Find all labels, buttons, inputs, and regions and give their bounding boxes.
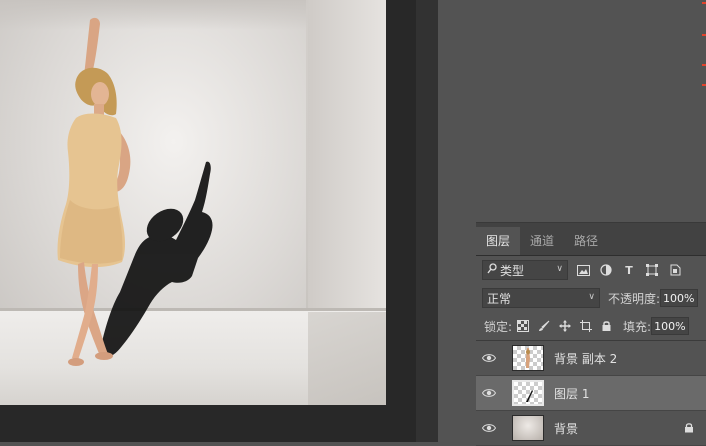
layer-thumbnail-shadow — [512, 380, 544, 406]
canvas-image[interactable] — [0, 0, 386, 405]
visibility-eye-icon[interactable] — [476, 411, 502, 445]
smart-object-filter-icon[interactable] — [668, 263, 682, 277]
layer-name: 背景 副本 2 — [554, 351, 618, 366]
lock-row: 锁定: 填充: 100% — [476, 312, 706, 341]
layer-row[interactable]: 背景 — [476, 411, 706, 446]
lock-artboard-icon[interactable] — [579, 320, 592, 333]
image-filter-icon[interactable] — [576, 263, 590, 277]
search-icon — [487, 263, 497, 277]
opacity-label: 不透明度: — [608, 291, 661, 306]
layer-list: 背景 副本 2 图层 1 背景 — [476, 341, 706, 446]
layer-row[interactable]: 背景 副本 2 — [476, 341, 706, 376]
blend-mode-dropdown[interactable]: 正常 ∨ — [482, 288, 600, 308]
edge-marker — [697, 0, 706, 90]
layer-name: 背景 — [554, 421, 579, 436]
layer-filter-row: 类型 ∨ T — [476, 256, 706, 284]
panel-tabs: 图层 通道 路径 — [476, 223, 706, 256]
panel-divider — [416, 0, 438, 442]
tab-paths[interactable]: 路径 — [564, 227, 608, 255]
layer-row-selected[interactable]: 图层 1 — [476, 376, 706, 411]
layer-kind-filter-dropdown[interactable]: 类型 ∨ — [482, 260, 568, 280]
opacity-input[interactable]: 100% — [660, 289, 699, 307]
visibility-eye-icon[interactable] — [476, 376, 502, 410]
layer-thumbnail-room — [512, 415, 544, 441]
workspace-area — [438, 0, 706, 222]
chevron-down-icon: ∨ — [588, 292, 595, 302]
shape-filter-icon[interactable] — [645, 263, 659, 277]
tab-layers[interactable]: 图层 — [476, 227, 521, 255]
blend-row: 正常 ∨ 不透明度: 100% — [476, 284, 706, 312]
lock-paint-icon[interactable] — [537, 320, 550, 333]
layer-name: 图层 1 — [554, 386, 590, 401]
lock-move-icon[interactable] — [558, 320, 571, 333]
canvas-pasteboard-right — [386, 0, 416, 442]
layer-kind-label: 类型 — [500, 263, 525, 278]
woman-with-shadow-photo — [57, 17, 213, 366]
layer-thumbnail-woman-cutout — [512, 345, 544, 371]
fill-label: 填充: — [623, 319, 652, 334]
layer-lock-icon — [684, 422, 694, 433]
type-filter-icon[interactable]: T — [622, 263, 636, 277]
lock-all-icon[interactable] — [600, 320, 613, 333]
chevron-down-icon: ∨ — [556, 264, 563, 274]
blend-mode-value: 正常 — [487, 291, 512, 306]
canvas-pasteboard-bottom — [0, 405, 386, 442]
fill-input[interactable]: 100% — [651, 317, 690, 335]
tab-channels[interactable]: 通道 — [520, 227, 564, 255]
adjustment-filter-icon[interactable] — [599, 263, 613, 277]
lock-label: 锁定: — [484, 319, 513, 334]
layers-panel: 图层 通道 路径 类型 ∨ T 正常 ∨ 不透明度: 100% 锁定: 填充: … — [476, 222, 706, 446]
lock-transparent-icon[interactable] — [516, 320, 529, 333]
visibility-eye-icon[interactable] — [476, 341, 502, 375]
